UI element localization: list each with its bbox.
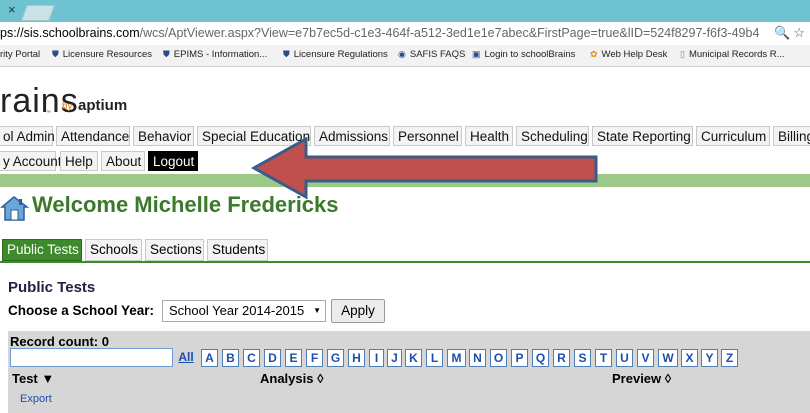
- filter-letter[interactable]: T: [595, 349, 612, 367]
- tab-schools[interactable]: Schools: [85, 239, 142, 261]
- filter-letter[interactable]: P: [511, 349, 528, 367]
- filter-letter[interactable]: F: [306, 349, 323, 367]
- records-panel: [8, 331, 810, 413]
- welcome-heading: Welcome Michelle Fredericks: [32, 192, 339, 217]
- shield-icon: ⛊: [52, 49, 59, 59]
- bookmark-star-icon[interactable]: ☆: [793, 25, 808, 40]
- column-header-preview[interactable]: Preview ◊: [612, 371, 671, 386]
- filter-letter[interactable]: U: [616, 349, 633, 367]
- help-desk-icon: ✿: [590, 49, 598, 59]
- filter-letter[interactable]: R: [553, 349, 570, 367]
- school-year-select[interactable]: School Year 2014-2015 ▼: [162, 300, 326, 322]
- bookmark-item[interactable]: ◉ SAFIS FAQS: [398, 49, 465, 60]
- apply-button[interactable]: Apply: [331, 299, 385, 323]
- school-year-label: Choose a School Year:: [8, 303, 155, 318]
- faq-icon: ◉: [398, 49, 406, 59]
- new-tab-button[interactable]: [21, 5, 55, 21]
- address-bar[interactable]: ps://sis.schoolbrains.com/wcs/AptViewer.…: [0, 22, 810, 46]
- bookmarks-bar: rity Portal ⛊ Licensure Resources ⛊ EPIMS …: [0, 45, 810, 67]
- url-text[interactable]: ps://sis.schoolbrains.com/wcs/AptViewer.…: [0, 26, 759, 40]
- filter-letter[interactable]: Q: [532, 349, 549, 367]
- bookmark-item[interactable]: rity Portal: [0, 49, 40, 60]
- filter-letter[interactable]: X: [681, 349, 698, 367]
- menu-logout[interactable]: Logout: [148, 151, 198, 171]
- logo-by: by: [62, 101, 73, 112]
- filter-letter[interactable]: M: [447, 349, 466, 367]
- menu-help[interactable]: Help: [60, 151, 98, 171]
- tab-underline: [0, 261, 810, 263]
- filter-letter[interactable]: O: [490, 349, 507, 367]
- column-header-test[interactable]: Test ▼: [12, 371, 54, 386]
- column-header-analysis[interactable]: Analysis ◊: [260, 371, 324, 386]
- address-bar-icons: 🔍☆: [774, 25, 808, 41]
- bookmark-item[interactable]: ▯ Municipal Records R...: [680, 49, 785, 60]
- schoolbrains-icon: ▣: [472, 49, 481, 59]
- trademark: ™: [46, 110, 51, 116]
- record-count: Record count: 0: [10, 334, 109, 349]
- filter-letter[interactable]: K: [405, 349, 422, 367]
- menu-school-admin[interactable]: ol Admin: [0, 126, 55, 146]
- filter-letter[interactable]: W: [658, 349, 678, 367]
- filter-letter[interactable]: C: [243, 349, 260, 367]
- url-path: /wcs/AptViewer.aspx?View=e7b7ec5d-c1e3-4…: [139, 26, 760, 40]
- menu-about[interactable]: About: [101, 151, 145, 171]
- menu-billing[interactable]: Billing: [773, 126, 810, 146]
- filter-letter[interactable]: Y: [701, 349, 718, 367]
- zoom-icon[interactable]: 🔍: [774, 25, 793, 40]
- menu-attendance[interactable]: Attendance: [56, 126, 130, 146]
- filter-letter[interactable]: D: [264, 349, 281, 367]
- menu-my-account[interactable]: y Account: [0, 151, 62, 171]
- shield-icon: ⛊: [163, 49, 170, 59]
- search-input[interactable]: [10, 348, 173, 367]
- filter-all[interactable]: All: [175, 349, 197, 367]
- tab-sections[interactable]: Sections: [145, 239, 204, 261]
- menu-curriculum[interactable]: Curriculum: [696, 126, 770, 146]
- filter-letter[interactable]: Z: [721, 349, 738, 367]
- filter-letter[interactable]: G: [327, 349, 344, 367]
- logo-aptium: aptium: [78, 97, 128, 114]
- filter-letter[interactable]: N: [469, 349, 486, 367]
- close-tab-icon[interactable]: ×: [8, 2, 16, 17]
- home-icon: [0, 196, 30, 221]
- filter-letter[interactable]: A: [201, 349, 218, 367]
- browser-tab-strip: ×: [0, 0, 810, 22]
- filter-letter[interactable]: B: [222, 349, 239, 367]
- filter-letter[interactable]: E: [285, 349, 302, 367]
- page-icon: ▯: [680, 49, 685, 59]
- url-host: ps://sis.schoolbrains.com: [0, 26, 140, 40]
- section-title: Public Tests: [8, 279, 96, 296]
- menu-behavior[interactable]: Behavior: [133, 126, 194, 146]
- dropdown-arrow-icon: ▼: [313, 306, 321, 315]
- shield-icon: ⛊: [283, 49, 290, 59]
- tab-public-tests[interactable]: Public Tests: [2, 239, 82, 261]
- school-year-value: School Year 2014-2015: [169, 303, 305, 318]
- filter-letter[interactable]: S: [574, 349, 591, 367]
- bookmark-item[interactable]: ⛊ Licensure Resources: [52, 49, 152, 60]
- export-link[interactable]: Export: [20, 393, 52, 405]
- bookmark-item[interactable]: ▣ Login to schoolBrains: [472, 49, 575, 60]
- bookmark-item[interactable]: ✿ Web Help Desk: [590, 49, 667, 60]
- filter-letter[interactable]: L: [426, 349, 443, 367]
- bookmark-item[interactable]: ⛊ EPIMS - Information...: [163, 49, 267, 60]
- filter-letter[interactable]: J: [387, 349, 402, 367]
- menu-state-reporting[interactable]: State Reporting: [592, 126, 693, 146]
- bookmark-item[interactable]: ⛊ Licensure Regulations: [283, 49, 388, 60]
- filter-letter[interactable]: I: [369, 349, 384, 367]
- filter-letter[interactable]: V: [637, 349, 654, 367]
- tab-students[interactable]: Students: [207, 239, 268, 261]
- filter-letter[interactable]: H: [348, 349, 365, 367]
